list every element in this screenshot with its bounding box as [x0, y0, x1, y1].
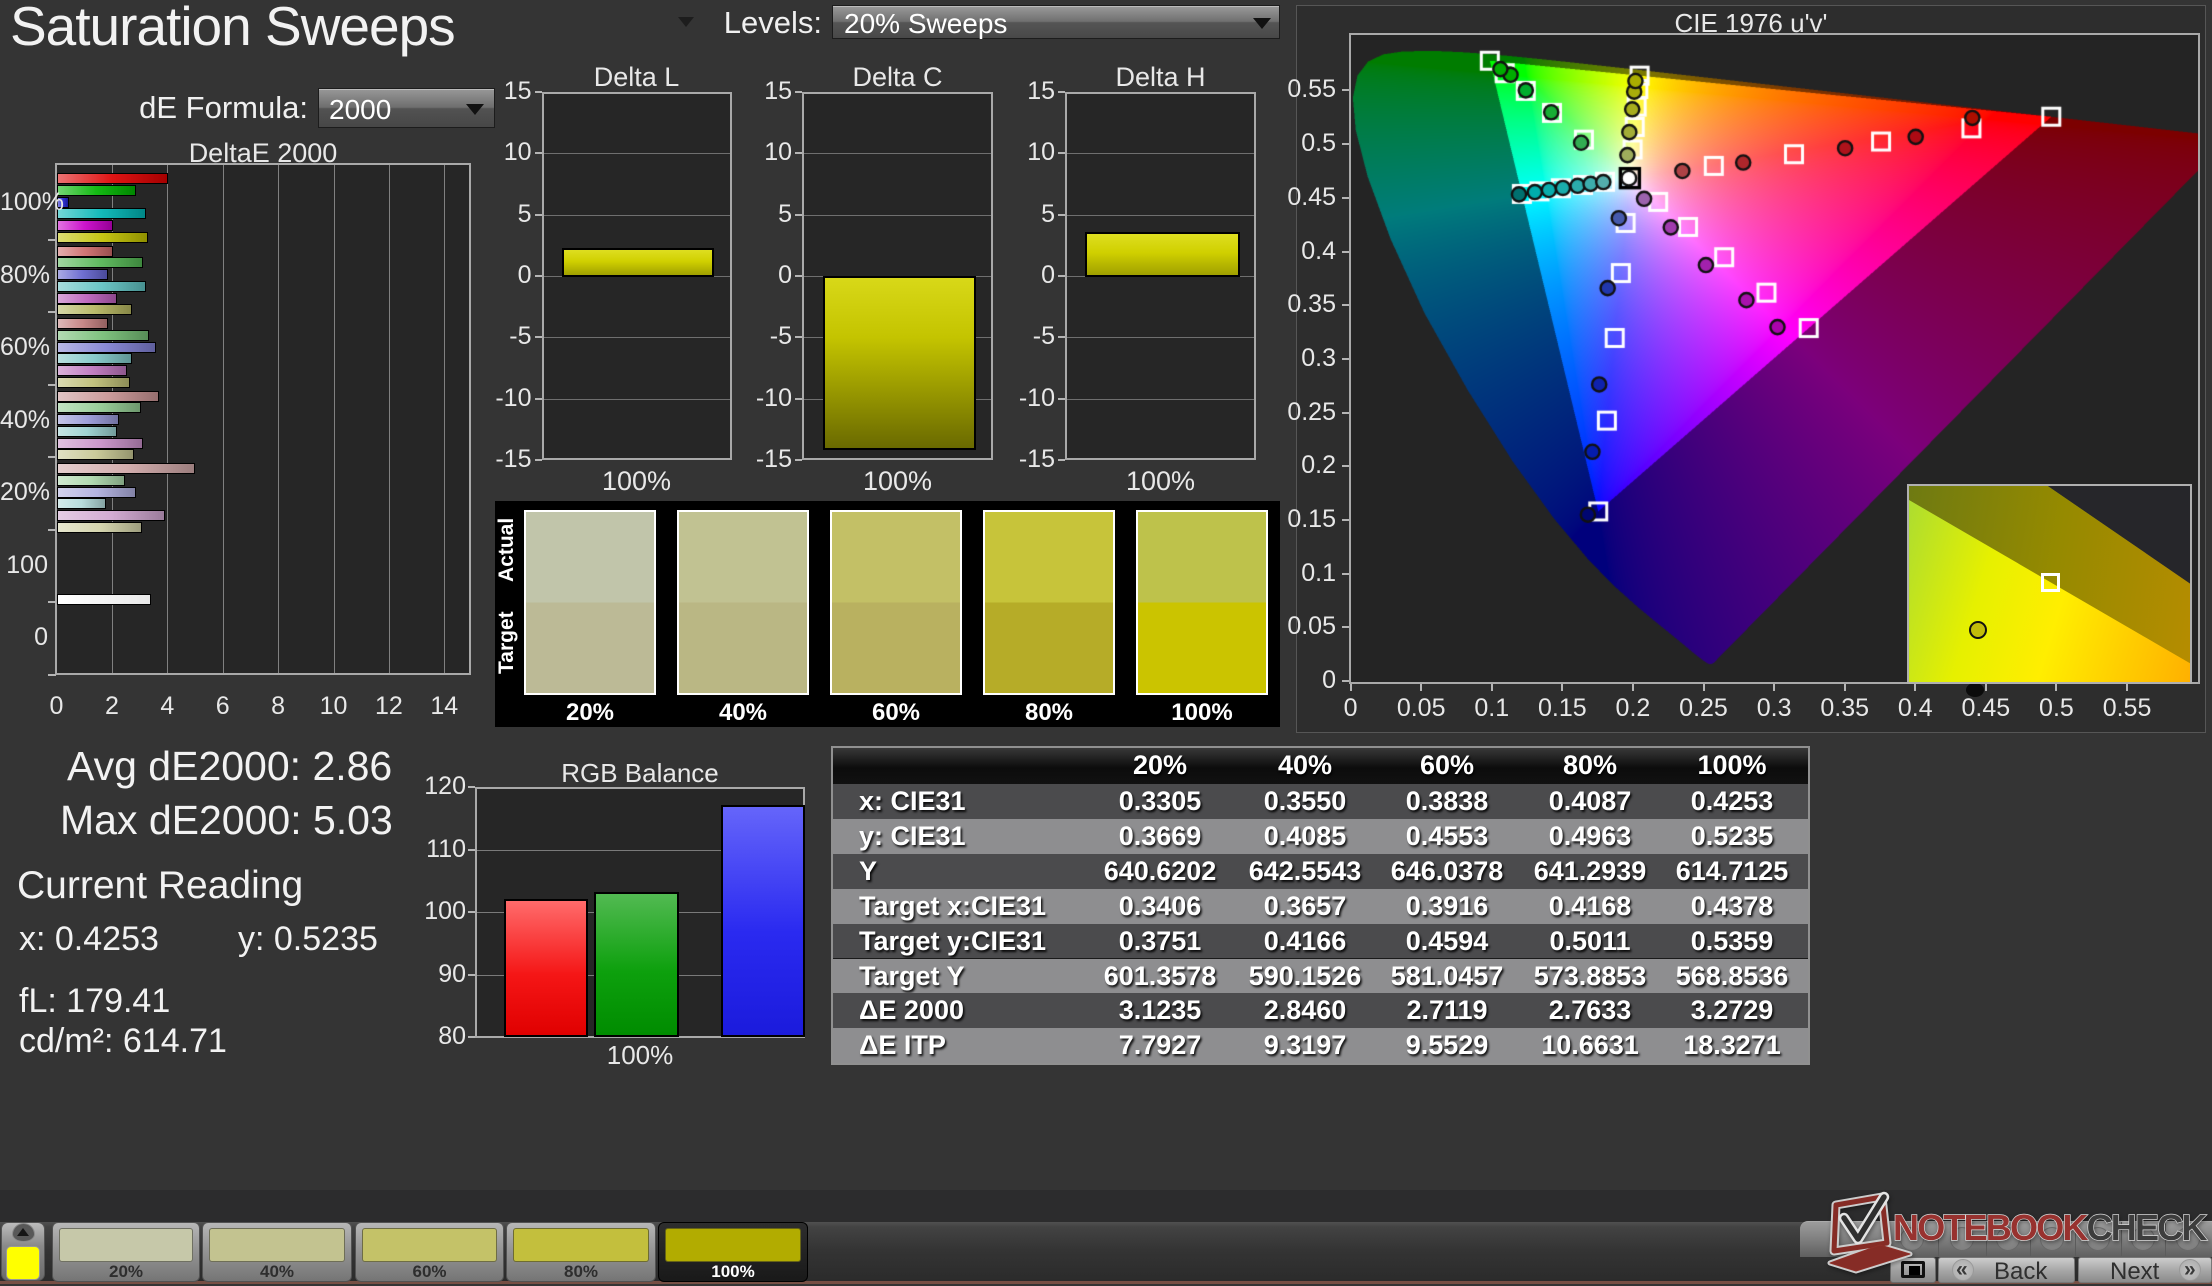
svg-text:NOTEBOOKCHECK: NOTEBOOKCHECK	[1893, 1207, 2207, 1248]
